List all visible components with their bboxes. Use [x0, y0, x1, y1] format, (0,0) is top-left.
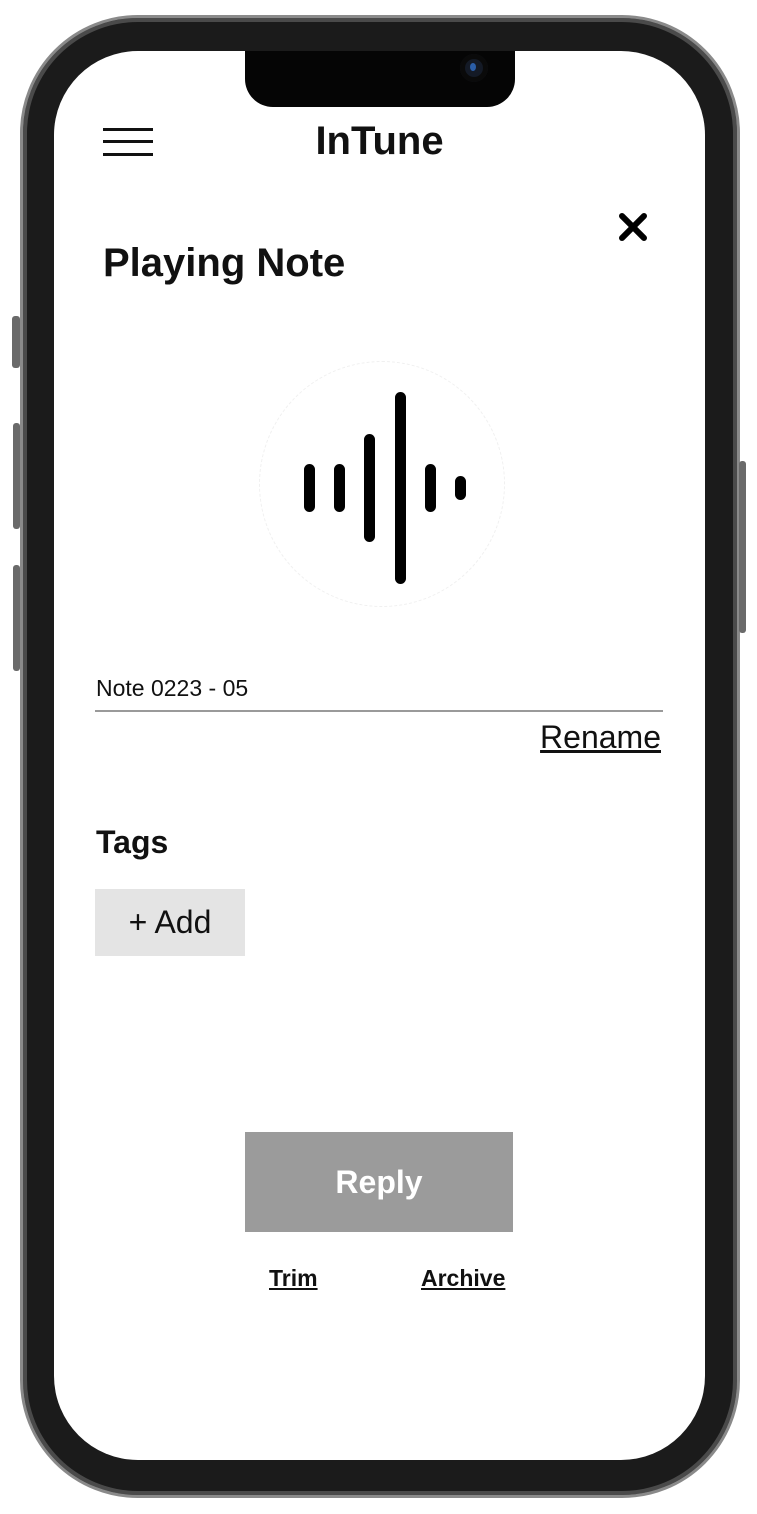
- reply-button[interactable]: Reply: [245, 1132, 513, 1232]
- add-tag-button[interactable]: + Add: [95, 889, 245, 956]
- phone-screen: InTune Playing Note Note 0223 - 05 Renam…: [54, 51, 705, 1460]
- archive-link[interactable]: Archive: [421, 1265, 505, 1292]
- power-button: [739, 461, 746, 633]
- tags-heading: Tags: [96, 824, 169, 860]
- trim-link[interactable]: Trim: [269, 1265, 318, 1292]
- page-title: Playing Note: [103, 241, 346, 285]
- front-camera-icon: [460, 54, 488, 82]
- mute-switch: [12, 316, 20, 368]
- note-name-underline: [95, 710, 663, 712]
- note-name-field[interactable]: Note 0223 - 05: [96, 675, 248, 702]
- waveform-icon: [304, 392, 466, 584]
- close-icon[interactable]: [617, 211, 649, 243]
- waveform-container: [259, 361, 505, 607]
- rename-link[interactable]: Rename: [540, 719, 661, 756]
- volume-down-button: [13, 565, 20, 671]
- notch: [245, 51, 515, 107]
- app-title: InTune: [315, 119, 444, 163]
- volume-up-button: [13, 423, 20, 529]
